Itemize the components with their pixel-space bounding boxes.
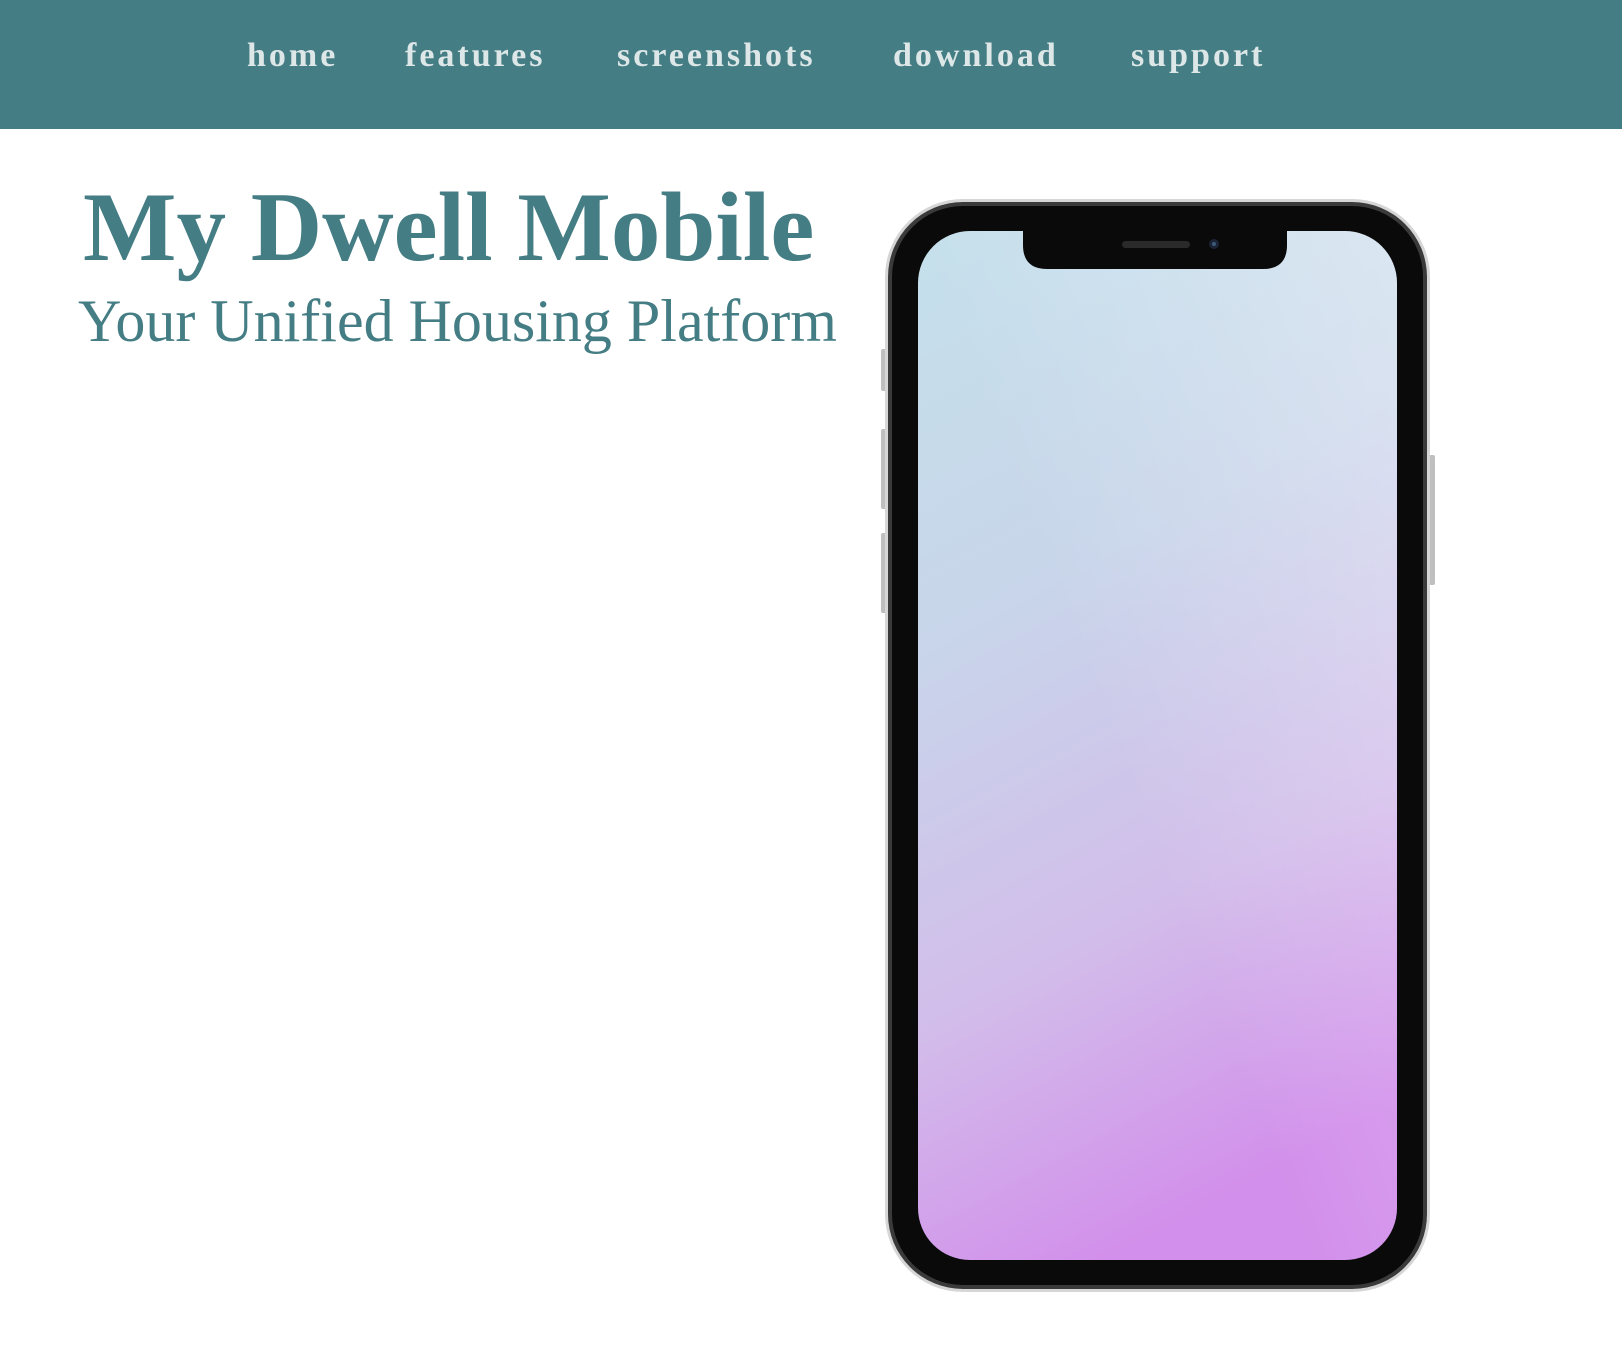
nav-link-support[interactable]: support	[1131, 34, 1265, 78]
top-navbar: home features screenshots download suppo…	[0, 0, 1622, 129]
nav-link-screenshots[interactable]: screenshots	[617, 34, 816, 78]
nav-link-home[interactable]: home	[247, 34, 338, 78]
smartphone-mockup	[881, 199, 1435, 1292]
earpiece-speaker	[1122, 241, 1190, 248]
hero-subtitle: Your Unified Housing Platform	[78, 288, 837, 354]
hero-title: My Dwell Mobile	[83, 173, 815, 282]
nav-link-download[interactable]: download	[893, 34, 1059, 78]
nav-link-features[interactable]: features	[405, 34, 545, 78]
